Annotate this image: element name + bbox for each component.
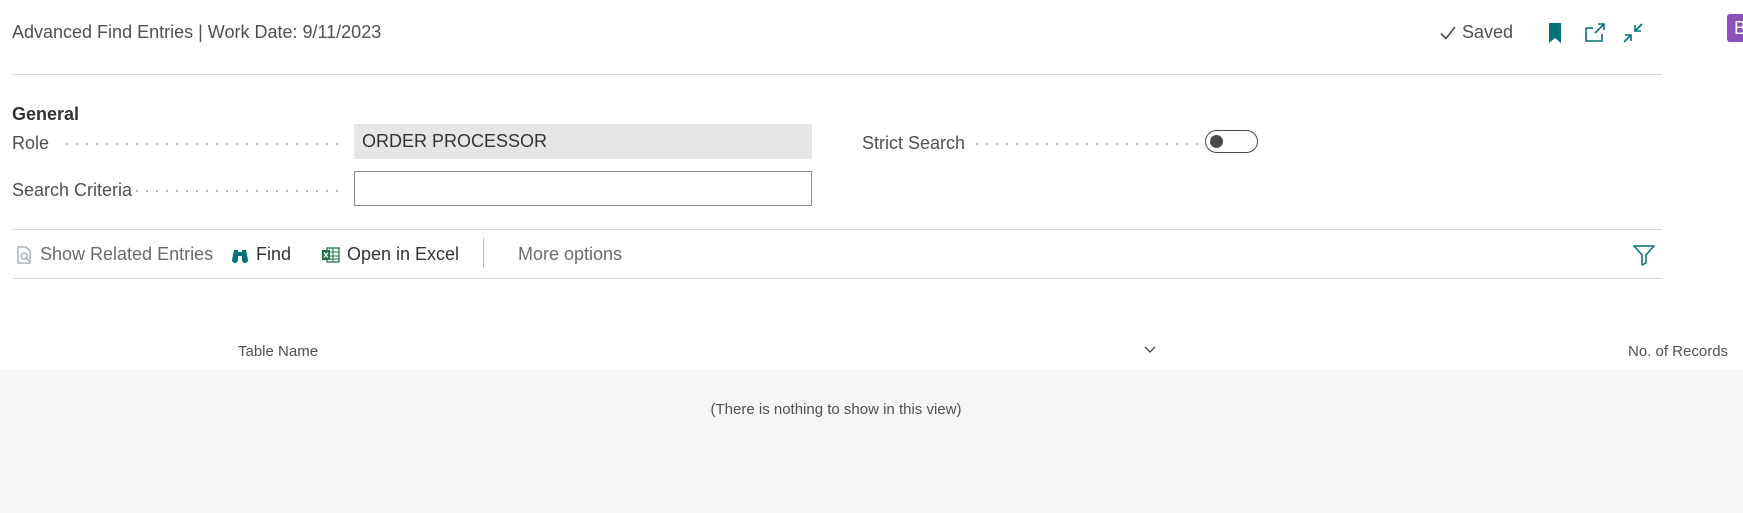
find-button[interactable]: Find bbox=[230, 244, 291, 265]
advanced-find-page: Advanced Find Entries | Work Date: 9/11/… bbox=[0, 0, 1743, 513]
find-label: Find bbox=[256, 244, 292, 264]
column-header-table-name[interactable]: Table Name bbox=[238, 343, 318, 360]
action-bar: Show Related Entries Find Open in Excel … bbox=[12, 229, 1662, 279]
table-body: (There is nothing to show in this view) bbox=[0, 370, 1743, 513]
role-label: Role bbox=[12, 133, 50, 153]
role-field: ORDER PROCESSOR bbox=[354, 124, 812, 159]
show-related-entries-label: Show Related Entries bbox=[40, 244, 214, 264]
page-title: Advanced Find Entries | Work Date: 9/11/… bbox=[12, 22, 382, 42]
bookmark-icon[interactable] bbox=[1542, 20, 1568, 46]
filter-icon[interactable] bbox=[1632, 243, 1656, 267]
open-in-excel-button[interactable]: Open in Excel bbox=[321, 244, 459, 265]
column-header-no-of-records[interactable]: No. of Records bbox=[1628, 343, 1728, 360]
chevron-down-icon[interactable] bbox=[1141, 343, 1159, 357]
document-search-icon bbox=[17, 245, 31, 264]
strict-search-leader-dots bbox=[972, 143, 1198, 145]
more-options-button[interactable]: More options bbox=[518, 244, 622, 265]
show-related-entries-button[interactable]: Show Related Entries bbox=[14, 244, 213, 265]
search-criteria-label: Search Criteria bbox=[12, 180, 133, 200]
search-criteria-field[interactable] bbox=[354, 171, 812, 206]
strict-search-toggle[interactable] bbox=[1205, 130, 1258, 153]
toggle-knob bbox=[1210, 134, 1223, 148]
role-leader-dots bbox=[62, 143, 346, 145]
open-in-excel-label: Open in Excel bbox=[347, 244, 460, 264]
excel-icon bbox=[322, 246, 340, 263]
search-criteria-input[interactable] bbox=[362, 172, 811, 205]
checkmark-icon bbox=[1440, 26, 1456, 40]
strict-search-label: Strict Search bbox=[862, 133, 966, 153]
saved-label: Saved bbox=[1462, 22, 1514, 42]
more-options-label: More options bbox=[518, 244, 623, 264]
collapse-icon[interactable] bbox=[1620, 20, 1646, 46]
open-new-window-icon[interactable] bbox=[1582, 20, 1608, 46]
search-criteria-leader-dots bbox=[132, 190, 346, 192]
saved-status: Saved bbox=[1438, 22, 1513, 43]
binoculars-icon bbox=[232, 249, 248, 263]
action-separator bbox=[483, 238, 484, 268]
page-header: Advanced Find Entries | Work Date: 9/11/… bbox=[12, 0, 1662, 75]
avatar[interactable]: B bbox=[1727, 14, 1743, 42]
empty-state-message: (There is nothing to show in this view) bbox=[710, 401, 962, 418]
section-title-general: General bbox=[12, 104, 80, 124]
